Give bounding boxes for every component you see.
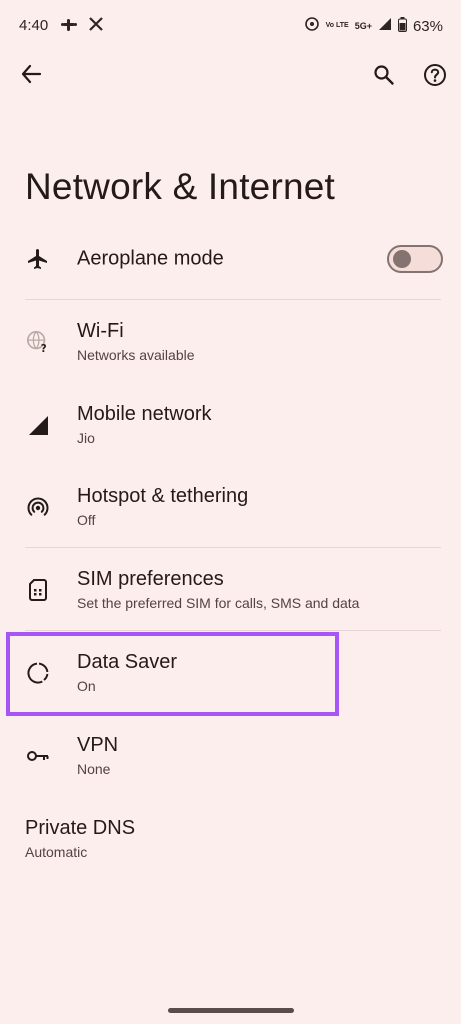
airplane-icon [26,247,50,271]
signal-strength-icon [378,17,392,35]
setting-title: SIM preferences [77,567,224,590]
setting-text: Private DNS Automatic [25,816,135,862]
setting-wifi[interactable]: ? Wi-Fi Networks available [0,300,461,383]
arrow-back-icon[interactable] [20,63,42,90]
setting-summary: Networks available [77,346,195,363]
x-app-icon [88,16,104,39]
setting-title: VPN [77,733,119,756]
setting-summary: None [77,760,111,777]
status-right: Vo LTE 5G+ 63% [304,16,443,36]
gesture-nav-handle[interactable] [168,1008,294,1013]
setting-text: Aeroplane mode [77,247,224,272]
setting-summary: Automatic [25,843,88,860]
setting-text: VPN None [77,733,118,779]
setting-title: Aeroplane mode [77,247,224,270]
setting-private-dns[interactable]: Private DNS Automatic [0,797,461,880]
top-app-bar [0,60,461,90]
setting-title: Hotspot & tethering [77,485,249,507]
vpn-key-icon [26,744,50,768]
hotspot-icon [26,495,50,519]
setting-aeroplane-mode[interactable]: Aeroplane mode [0,218,461,300]
setting-title: Data Saver [77,650,178,673]
data-saver-icon [26,661,50,685]
setting-summary: On [77,677,96,694]
setting-mobile-network[interactable]: Mobile network Jio [0,383,461,466]
help-icon[interactable] [423,63,447,92]
setting-summary: Set the preferred SIM for calls, SMS and… [77,594,360,611]
page-title: Network & Internet [25,166,336,207]
setting-title: Mobile network [77,402,212,425]
setting-title: Private DNS [25,816,136,839]
setting-sim-preferences[interactable]: SIM preferences Set the preferred SIM fo… [0,548,461,631]
status-time: 4:40 [19,17,49,34]
setting-summary: Jio [77,429,95,446]
toggle-knob [393,250,411,268]
setting-text: Hotspot & tethering Off [77,484,248,530]
signal-icon [26,413,50,437]
status-bar: 4:40 Vo LTE 5G+ 63% [0,0,461,54]
setting-text: Mobile network Jio [77,402,212,448]
setting-data-saver[interactable]: Data Saver On [0,631,461,714]
volte-label: Vo LTE [325,22,349,29]
notification-icons [60,16,104,39]
wifi-question-icon: ? [26,330,50,355]
setting-hotspot[interactable]: Hotspot & tethering Off [0,466,461,548]
setting-text: Wi-Fi Networks available [77,319,195,365]
setting-summary: Off [77,512,96,528]
setting-text: Data Saver On [77,650,177,696]
sync-icon [304,16,320,36]
sim-card-icon [26,578,50,602]
svg-text:?: ? [41,344,47,355]
battery-icon [397,16,407,36]
slack-icon [60,16,78,39]
network-label: 5G+ [354,21,372,31]
battery-percent: 63% [412,17,443,35]
setting-text: SIM preferences Set the preferred SIM fo… [77,567,359,613]
search-icon[interactable] [373,64,395,91]
settings-list: Aeroplane mode ? Wi-Fi Networks availabl… [0,218,461,880]
aeroplane-mode-toggle[interactable] [387,245,443,273]
setting-vpn[interactable]: VPN None [0,714,461,797]
setting-title: Wi-Fi [77,319,124,342]
